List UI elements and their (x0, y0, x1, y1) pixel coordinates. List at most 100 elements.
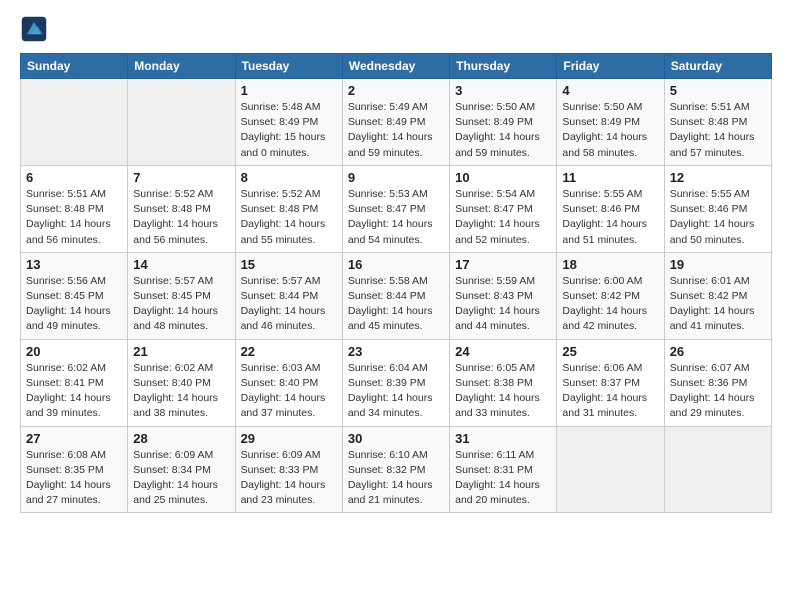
calendar-cell: 13 Sunrise: 5:56 AM Sunset: 8:45 PM Dayli… (21, 252, 128, 339)
cell-info: Sunrise: 5:48 AM Sunset: 8:49 PM Dayligh… (241, 100, 337, 161)
day-number: 12 (670, 170, 766, 185)
day-number: 28 (133, 431, 229, 446)
day-number: 22 (241, 344, 337, 359)
calendar-cell: 20 Sunrise: 6:02 AM Sunset: 8:41 PM Dayli… (21, 339, 128, 426)
day-number: 31 (455, 431, 551, 446)
day-number: 26 (670, 344, 766, 359)
calendar-cell: 30Sunrise: 6:10 AM Sunset: 8:32 PM Dayli… (342, 426, 449, 513)
cell-info: Sunrise: 5:55 AM Sunset: 8:46 PM Dayligh… (562, 187, 658, 248)
day-header-wednesday: Wednesday (342, 54, 449, 79)
calendar-cell: 25Sunrise: 6:06 AM Sunset: 8:37 PM Dayli… (557, 339, 664, 426)
day-number: 9 (348, 170, 444, 185)
cell-info: Sunrise: 5:50 AM Sunset: 8:49 PM Dayligh… (455, 100, 551, 161)
cell-info: Sunrise: 5:51 AM Sunset: 8:48 PM Dayligh… (26, 187, 122, 248)
calendar-cell: 3 Sunrise: 5:50 AM Sunset: 8:49 PM Daylig… (450, 79, 557, 166)
day-number: 27 (26, 431, 122, 446)
calendar-cell: 19Sunrise: 6:01 AM Sunset: 8:42 PM Dayli… (664, 252, 771, 339)
page: SundayMondayTuesdayWednesdayThursdayFrid… (0, 0, 792, 612)
calendar-cell: 26 Sunrise: 6:07 AM Sunset: 8:36 PM Dayli… (664, 339, 771, 426)
day-number: 10 (455, 170, 551, 185)
calendar-body: 1 Sunrise: 5:48 AM Sunset: 8:49 PM Daylig… (21, 79, 772, 513)
cell-info: Sunrise: 5:49 AM Sunset: 8:49 PM Dayligh… (348, 100, 444, 161)
cell-info: Sunrise: 6:09 AM Sunset: 8:33 PM Dayligh… (241, 448, 337, 509)
calendar-cell (21, 79, 128, 166)
day-number: 29 (241, 431, 337, 446)
calendar-cell (128, 79, 235, 166)
cell-info: Sunrise: 6:07 AM Sunset: 8:36 PM Dayligh… (670, 361, 766, 422)
day-number: 20 (26, 344, 122, 359)
week-row-1: 1 Sunrise: 5:48 AM Sunset: 8:49 PM Daylig… (21, 79, 772, 166)
logo (20, 15, 50, 43)
calendar-cell: 23 Sunrise: 6:04 AM Sunset: 8:39 PM Dayli… (342, 339, 449, 426)
day-number: 1 (241, 83, 337, 98)
header-row: SundayMondayTuesdayWednesdayThursdayFrid… (21, 54, 772, 79)
calendar-cell: 17 Sunrise: 5:59 AM Sunset: 8:43 PM Dayli… (450, 252, 557, 339)
cell-info: Sunrise: 6:03 AM Sunset: 8:40 PM Dayligh… (241, 361, 337, 422)
calendar-cell: 4Sunrise: 5:50 AM Sunset: 8:49 PM Daylig… (557, 79, 664, 166)
calendar-cell: 10 Sunrise: 5:54 AM Sunset: 8:47 PM Dayli… (450, 165, 557, 252)
day-header-monday: Monday (128, 54, 235, 79)
day-number: 21 (133, 344, 229, 359)
calendar-table: SundayMondayTuesdayWednesdayThursdayFrid… (20, 53, 772, 513)
cell-info: Sunrise: 6:10 AM Sunset: 8:32 PM Dayligh… (348, 448, 444, 509)
day-number: 6 (26, 170, 122, 185)
calendar-cell: 12 Sunrise: 5:55 AM Sunset: 8:46 PM Dayli… (664, 165, 771, 252)
day-number: 17 (455, 257, 551, 272)
calendar-cell: 21 Sunrise: 6:02 AM Sunset: 8:40 PM Dayli… (128, 339, 235, 426)
cell-info: Sunrise: 5:52 AM Sunset: 8:48 PM Dayligh… (241, 187, 337, 248)
cell-info: Sunrise: 6:08 AM Sunset: 8:35 PM Dayligh… (26, 448, 122, 509)
calendar-cell: 28 Sunrise: 6:09 AM Sunset: 8:34 PM Dayli… (128, 426, 235, 513)
cell-info: Sunrise: 6:01 AM Sunset: 8:42 PM Dayligh… (670, 274, 766, 335)
cell-info: Sunrise: 5:51 AM Sunset: 8:48 PM Dayligh… (670, 100, 766, 161)
week-row-3: 13 Sunrise: 5:56 AM Sunset: 8:45 PM Dayli… (21, 252, 772, 339)
cell-info: Sunrise: 6:11 AM Sunset: 8:31 PM Dayligh… (455, 448, 551, 509)
day-number: 7 (133, 170, 229, 185)
day-number: 16 (348, 257, 444, 272)
cell-info: Sunrise: 5:57 AM Sunset: 8:45 PM Dayligh… (133, 274, 229, 335)
cell-info: Sunrise: 6:09 AM Sunset: 8:34 PM Dayligh… (133, 448, 229, 509)
calendar-cell: 18 Sunrise: 6:00 AM Sunset: 8:42 PM Dayli… (557, 252, 664, 339)
week-row-4: 20 Sunrise: 6:02 AM Sunset: 8:41 PM Dayli… (21, 339, 772, 426)
day-number: 13 (26, 257, 122, 272)
calendar-cell: 9 Sunrise: 5:53 AM Sunset: 8:47 PM Daylig… (342, 165, 449, 252)
calendar-cell: 29 Sunrise: 6:09 AM Sunset: 8:33 PM Dayli… (235, 426, 342, 513)
day-number: 14 (133, 257, 229, 272)
day-number: 24 (455, 344, 551, 359)
week-row-2: 6 Sunrise: 5:51 AM Sunset: 8:48 PM Daylig… (21, 165, 772, 252)
cell-info: Sunrise: 6:00 AM Sunset: 8:42 PM Dayligh… (562, 274, 658, 335)
week-row-5: 27 Sunrise: 6:08 AM Sunset: 8:35 PM Dayli… (21, 426, 772, 513)
calendar-cell: 24Sunrise: 6:05 AM Sunset: 8:38 PM Dayli… (450, 339, 557, 426)
cell-info: Sunrise: 6:02 AM Sunset: 8:41 PM Dayligh… (26, 361, 122, 422)
cell-info: Sunrise: 6:06 AM Sunset: 8:37 PM Dayligh… (562, 361, 658, 422)
calendar-cell: 16Sunrise: 5:58 AM Sunset: 8:44 PM Dayli… (342, 252, 449, 339)
calendar-header: SundayMondayTuesdayWednesdayThursdayFrid… (21, 54, 772, 79)
cell-info: Sunrise: 6:02 AM Sunset: 8:40 PM Dayligh… (133, 361, 229, 422)
day-number: 11 (562, 170, 658, 185)
day-number: 8 (241, 170, 337, 185)
header (20, 15, 772, 43)
cell-info: Sunrise: 5:50 AM Sunset: 8:49 PM Dayligh… (562, 100, 658, 161)
logo-icon (20, 15, 48, 43)
calendar-cell: 1 Sunrise: 5:48 AM Sunset: 8:49 PM Daylig… (235, 79, 342, 166)
cell-info: Sunrise: 5:53 AM Sunset: 8:47 PM Dayligh… (348, 187, 444, 248)
cell-info: Sunrise: 5:59 AM Sunset: 8:43 PM Dayligh… (455, 274, 551, 335)
cell-info: Sunrise: 5:54 AM Sunset: 8:47 PM Dayligh… (455, 187, 551, 248)
cell-info: Sunrise: 5:56 AM Sunset: 8:45 PM Dayligh… (26, 274, 122, 335)
cell-info: Sunrise: 5:55 AM Sunset: 8:46 PM Dayligh… (670, 187, 766, 248)
day-header-tuesday: Tuesday (235, 54, 342, 79)
day-number: 18 (562, 257, 658, 272)
day-header-sunday: Sunday (21, 54, 128, 79)
calendar-cell: 5 Sunrise: 5:51 AM Sunset: 8:48 PM Daylig… (664, 79, 771, 166)
calendar-cell: 7Sunrise: 5:52 AM Sunset: 8:48 PM Daylig… (128, 165, 235, 252)
calendar-cell: 22 Sunrise: 6:03 AM Sunset: 8:40 PM Dayli… (235, 339, 342, 426)
day-header-thursday: Thursday (450, 54, 557, 79)
calendar-cell: 6 Sunrise: 5:51 AM Sunset: 8:48 PM Daylig… (21, 165, 128, 252)
day-header-saturday: Saturday (664, 54, 771, 79)
calendar-cell: 11 Sunrise: 5:55 AM Sunset: 8:46 PM Dayli… (557, 165, 664, 252)
calendar-cell (557, 426, 664, 513)
day-number: 5 (670, 83, 766, 98)
calendar-cell: 31 Sunrise: 6:11 AM Sunset: 8:31 PM Dayli… (450, 426, 557, 513)
cell-info: Sunrise: 6:04 AM Sunset: 8:39 PM Dayligh… (348, 361, 444, 422)
day-number: 23 (348, 344, 444, 359)
day-number: 3 (455, 83, 551, 98)
